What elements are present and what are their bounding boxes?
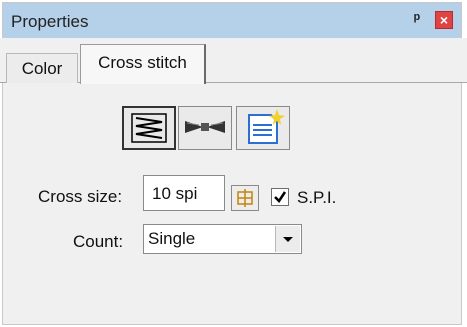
checkmark-icon <box>274 191 287 203</box>
count-label: Count: <box>73 232 124 251</box>
zigzag-stitch-icon <box>131 113 167 143</box>
bowtie-stitch-icon <box>185 121 225 133</box>
stitch-size-icon <box>237 189 253 207</box>
cross-size-value: 10 spi <box>152 184 198 203</box>
count-select[interactable]: Single <box>143 224 302 254</box>
bowtie-stitch-button[interactable] <box>178 106 232 150</box>
tab-cross-stitch-label: Cross stitch <box>98 53 187 72</box>
pin-icon[interactable]: ᵖ <box>409 11 425 29</box>
cross-size-label: Cross size: <box>38 187 123 206</box>
tab-color[interactable]: Color <box>6 53 78 83</box>
cross-size-input[interactable]: 10 spi <box>143 175 225 211</box>
spi-label: S.P.I. <box>297 188 337 207</box>
count-selected-value: Single <box>148 229 196 248</box>
close-icon: × <box>439 12 449 28</box>
tab-color-label: Color <box>21 59 63 78</box>
document-button[interactable] <box>236 106 290 150</box>
count-dropdown-button[interactable] <box>275 226 300 252</box>
window-title: Properties <box>11 12 89 31</box>
title-bar[interactable]: Properties ᵖ × <box>3 3 461 41</box>
chevron-down-icon <box>283 237 293 242</box>
spi-checkbox[interactable] <box>271 188 289 206</box>
close-button[interactable]: × <box>435 11 453 29</box>
stitch-size-button[interactable] <box>231 185 259 211</box>
tab-cross-stitch[interactable]: Cross stitch <box>80 44 206 84</box>
document-icon <box>248 109 285 144</box>
zigzag-stitch-button[interactable] <box>122 106 176 150</box>
